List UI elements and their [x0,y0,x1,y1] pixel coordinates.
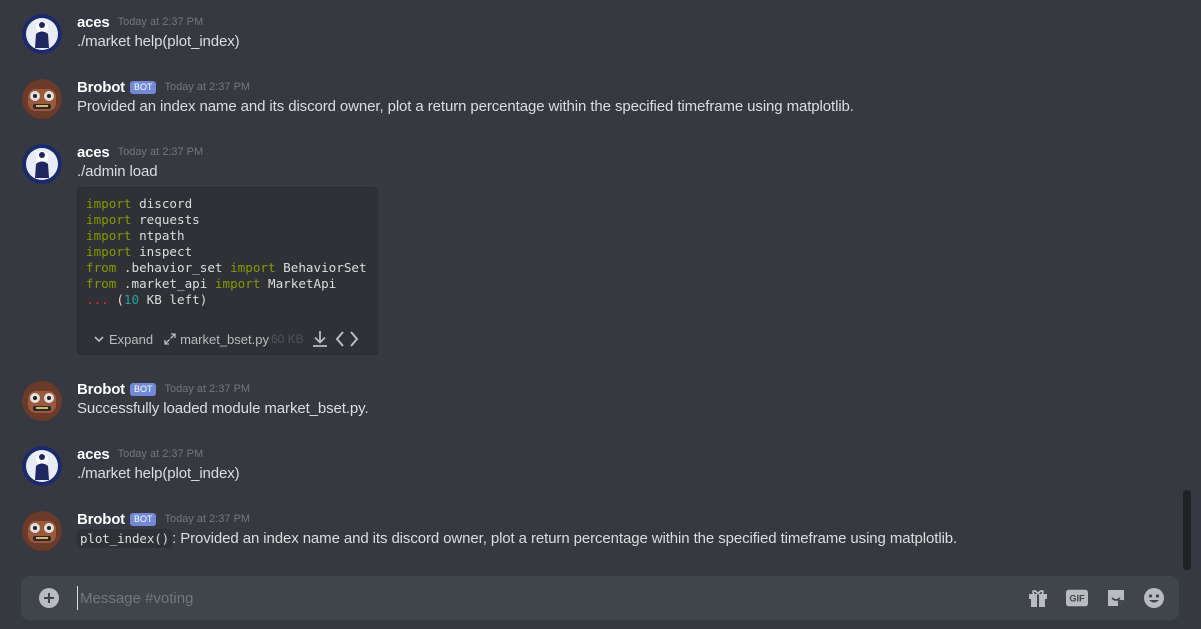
avatar[interactable] [22,14,62,54]
download-button[interactable] [310,329,330,349]
timestamp: Today at 2:37 PM [117,16,204,28]
message-text: ./admin load [77,163,158,180]
message-text-body: : Provided an index name and its discord… [172,530,958,547]
message: aces Today at 2:37 PM ./market help(plot… [0,12,1160,60]
code-line: from .market_api import MarketApi [86,276,337,291]
message-header: aces Today at 2:37 PM [77,142,203,162]
avatar[interactable] [22,446,62,486]
gift-icon [1029,590,1047,607]
timestamp: Today at 2:37 PM [164,513,251,525]
add-icon [44,593,54,603]
attachment-footer: Expand market_bset.py 60 KB [78,324,377,354]
inline-code: plot_index() [77,529,173,548]
sticker-icon [1108,590,1124,606]
message: Brobot BOT Today at 2:37 PM plot_index()… [0,509,1160,557]
scrollbar-track[interactable] [1181,0,1195,575]
code-line: import discord [86,196,193,211]
message-header: Brobot BOT Today at 2:37 PM [77,77,250,97]
message-composer: GIF [21,576,1179,620]
add-attachment-button[interactable] [39,588,59,608]
username[interactable]: aces [77,144,110,161]
emoji-icon [1144,588,1164,608]
message-text: ./market help(plot_index) [77,33,240,50]
code-line: ... (10 KB left) [86,292,208,307]
sticker-button[interactable] [1105,587,1127,609]
avatar[interactable] [22,381,62,421]
code-preview: import discord import requests import ntpa… [86,196,367,308]
message-header: Brobot BOT Today at 2:37 PM [77,509,250,529]
gif-icon: GIF [1066,589,1088,607]
chevron-down-icon [94,336,104,343]
emoji-button[interactable] [1143,587,1165,609]
message-text: Provided an index name and its discord o… [77,98,854,115]
timestamp: Today at 2:37 PM [164,383,251,395]
message-text: ./market help(plot_index) [77,465,240,482]
code-line: import inspect [86,244,193,259]
username[interactable]: aces [77,14,110,31]
code-file-attachment: import discord import requests import ntpa… [77,187,378,355]
download-icon [312,331,327,347]
bot-tag: BOT [129,80,157,94]
username[interactable]: Brobot [77,381,125,398]
timestamp: Today at 2:37 PM [117,146,204,158]
message: Brobot BOT Today at 2:37 PM Provided an … [0,77,1160,125]
view-source-button[interactable] [335,329,359,349]
gift-button[interactable] [1027,587,1049,609]
file-name[interactable]: market_bset.py [180,332,269,347]
message-text: plot_index(): Provided an index name and… [77,529,958,548]
file-link[interactable]: market_bset.py 60 KB [163,332,304,347]
message-list: aces Today at 2:37 PM ./market help(plot… [0,0,1181,575]
expand-arrows-icon [164,333,176,345]
scrollbar-thumb[interactable] [1183,490,1191,570]
timestamp: Today at 2:37 PM [164,81,251,93]
username[interactable]: aces [77,446,110,463]
message-header: Brobot BOT Today at 2:37 PM [77,379,250,399]
gif-button[interactable]: GIF [1066,587,1088,609]
message-header: aces Today at 2:37 PM [77,444,203,464]
message: Brobot BOT Today at 2:37 PM Successfully… [0,379,1160,427]
code-line: import requests [86,212,200,227]
message-header: aces Today at 2:37 PM [77,12,203,32]
expand-button[interactable]: Expand [93,332,153,347]
bot-tag: BOT [129,512,157,526]
avatar[interactable] [22,144,62,184]
file-size: 60 KB [270,332,304,346]
message: aces Today at 2:37 PM ./market help(plot… [0,444,1160,492]
expand-label: Expand [109,331,154,347]
bot-tag: BOT [129,382,157,396]
username[interactable]: Brobot [77,79,125,96]
avatar[interactable] [22,79,62,119]
gif-label: GIF [1069,594,1085,604]
code-icon [335,331,358,347]
username[interactable]: Brobot [77,511,125,528]
avatar[interactable] [22,511,62,551]
message-input[interactable] [77,586,977,610]
timestamp: Today at 2:37 PM [117,448,204,460]
message-text: Successfully loaded module market_bset.p… [77,400,369,417]
code-line: from .behavior_set import BehaviorSet [86,260,367,275]
code-line: import ntpath [86,228,185,243]
